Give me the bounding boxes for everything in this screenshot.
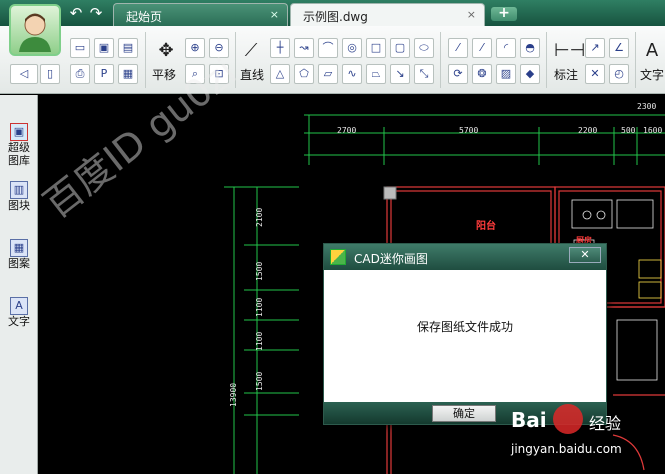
user-avatar[interactable] xyxy=(9,4,61,56)
aligned-dim-icon[interactable]: ↗ xyxy=(585,38,605,58)
pentagon-icon[interactable]: ⬠ xyxy=(294,64,314,84)
arc-icon[interactable]: ⌒ xyxy=(318,38,338,58)
dim-label-left-3: 1100 xyxy=(255,297,264,317)
dim-label-top-4: 500 xyxy=(621,126,636,135)
fill-icon[interactable]: ◓ xyxy=(520,38,540,58)
baidu-suffix: 经验 xyxy=(589,414,622,433)
app-logo-icon xyxy=(330,249,346,265)
redo-icon[interactable]: ↷ xyxy=(88,5,104,21)
left-panel: ▣ 超级 图库 ▥ 图块 ▦ 图案 A 文字 xyxy=(0,95,38,474)
trim-icon[interactable]: ⁄ xyxy=(448,38,468,58)
extend-icon[interactable]: ⁄ xyxy=(472,38,492,58)
dim-label-left-5: 1500 xyxy=(255,371,264,391)
paw-icon xyxy=(553,404,583,434)
dialog-close-button[interactable]: ✕ xyxy=(569,247,601,263)
dim-label-left-total: 13900 xyxy=(229,382,238,407)
rotate-icon[interactable]: ⟳ xyxy=(448,64,468,84)
pattern-icon: ▦ xyxy=(10,239,28,257)
dim-label-top-1: 2700 xyxy=(337,126,357,135)
ok-button[interactable]: 确定 xyxy=(432,405,496,422)
separator xyxy=(145,32,146,88)
undo-icon[interactable]: ↶ xyxy=(68,5,84,21)
dimension-label[interactable]: 标注 xyxy=(554,66,578,83)
baidu-brand: Bai xyxy=(511,408,547,432)
save-as-icon[interactable]: ▤ xyxy=(118,38,138,58)
dialog-title: CAD迷你画图 xyxy=(354,252,428,266)
fillet-icon[interactable]: ◜ xyxy=(496,38,516,58)
dim-label-left-4: 1100 xyxy=(255,331,264,351)
text-tool-label[interactable]: 文字 xyxy=(640,66,664,83)
hatch-icon[interactable]: ▨ xyxy=(496,64,516,84)
double-arrow-icon[interactable]: ⤡ xyxy=(414,64,434,84)
print-icon[interactable]: ⎙ xyxy=(70,64,90,84)
baidu-watermark: Bai 经验 jingyan.baidu.com xyxy=(505,402,665,474)
export-image-icon[interactable]: ▦ xyxy=(118,64,138,84)
tab-label: 起始页 xyxy=(126,10,163,24)
save-success-dialog: CAD迷你画图 ✕ 保存图纸文件成功 确定 xyxy=(323,243,607,425)
line-icon[interactable]: ⟋ xyxy=(240,40,262,61)
tab-label: 示例图.dwg xyxy=(303,10,368,24)
text-button[interactable]: A 文字 xyxy=(3,297,35,328)
text-icon: A xyxy=(10,297,28,315)
gallery-icon: ▣ xyxy=(10,123,28,141)
dim-label-top-3: 2200 xyxy=(578,126,598,135)
back-nav-icon[interactable]: ◁ xyxy=(10,64,38,84)
trapezoid-icon[interactable]: ⏢ xyxy=(366,64,386,84)
spline-icon[interactable]: ↝ xyxy=(294,38,314,58)
radius-dim-icon[interactable]: ◴ xyxy=(609,64,629,84)
rounded-rect-icon[interactable]: ▢ xyxy=(390,38,410,58)
close-tab-icon[interactable]: × xyxy=(270,8,279,21)
rectangle-icon[interactable]: □ xyxy=(366,38,386,58)
dim-label-top-total: 2300 xyxy=(637,102,657,111)
dim-label-top-5: 1600 xyxy=(643,126,663,135)
super-gallery-label: 超级 图库 xyxy=(8,141,30,167)
arrow-line-icon[interactable]: ↘ xyxy=(390,64,410,84)
app-window: ↶ ↷ 起始页 × 示例图.dwg × + ▭ ▣ ▤ ◁ ▯ ⎙ P ▦ ✥ … xyxy=(0,0,665,474)
export-pdf-icon[interactable]: P xyxy=(94,64,114,84)
curve-icon[interactable]: ∿ xyxy=(342,64,362,84)
separator xyxy=(635,32,636,88)
baidu-url: jingyan.baidu.com xyxy=(511,442,622,456)
ribbon-toolbar: ▭ ▣ ▤ ◁ ▯ ⎙ P ▦ ✥ 平移 ⊕ ⊖ ⌕ ⊡ ⟋ 直线 ┼ ↝ ⌒ … xyxy=(0,26,665,94)
polyline-icon[interactable]: ┼ xyxy=(270,38,290,58)
save-icon[interactable]: ▣ xyxy=(94,38,114,58)
blocks-icon: ▥ xyxy=(10,181,28,199)
separator xyxy=(546,32,547,88)
circle-icon[interactable]: ◎ xyxy=(342,38,362,58)
tab-bar: ↶ ↷ 起始页 × 示例图.dwg × + xyxy=(0,0,665,26)
text-label: 文字 xyxy=(8,315,30,328)
parallelogram-icon[interactable]: ▱ xyxy=(318,64,338,84)
triangle-icon[interactable]: △ xyxy=(270,64,290,84)
open-icon[interactable]: ▭ xyxy=(70,38,90,58)
dim-label-top-2: 5700 xyxy=(459,126,479,135)
patterns-label: 图案 xyxy=(8,257,30,270)
leader-icon[interactable]: ✕ xyxy=(585,64,605,84)
offset-icon[interactable]: ❂ xyxy=(472,64,492,84)
close-tab-icon[interactable]: × xyxy=(467,8,476,21)
tab-start-page[interactable]: 起始页 × xyxy=(113,3,288,26)
dimension-icon[interactable]: ⊢⊣ xyxy=(554,40,585,61)
user-icon xyxy=(19,13,51,52)
dim-label-left-2: 1500 xyxy=(255,261,264,281)
room-label-balcony: 阳台 xyxy=(476,221,496,232)
blocks-label: 图块 xyxy=(8,199,30,212)
dialog-titlebar: CAD迷你画图 ✕ xyxy=(324,244,606,270)
separator xyxy=(440,32,441,88)
line-label[interactable]: 直线 xyxy=(240,66,264,83)
new-file-icon[interactable]: ▯ xyxy=(40,64,60,84)
dialog-body: 保存图纸文件成功 xyxy=(324,270,606,402)
text-tool-icon[interactable]: A xyxy=(642,40,662,61)
ellipse-icon[interactable]: ⬭ xyxy=(414,38,434,58)
angle-dim-icon[interactable]: ∠ xyxy=(609,38,629,58)
dim-label-left-1: 2100 xyxy=(255,207,264,227)
patterns-button[interactable]: ▦ 图案 xyxy=(3,239,35,270)
tab-drawing-file[interactable]: 示例图.dwg × xyxy=(290,3,485,26)
dialog-message: 保存图纸文件成功 xyxy=(416,320,513,334)
super-gallery-button[interactable]: ▣ 超级 图库 xyxy=(3,123,35,167)
pan-icon[interactable]: ✥ xyxy=(155,40,177,61)
new-tab-button[interactable]: + xyxy=(491,6,517,21)
paint-bucket-icon[interactable]: ◆ xyxy=(520,64,540,84)
